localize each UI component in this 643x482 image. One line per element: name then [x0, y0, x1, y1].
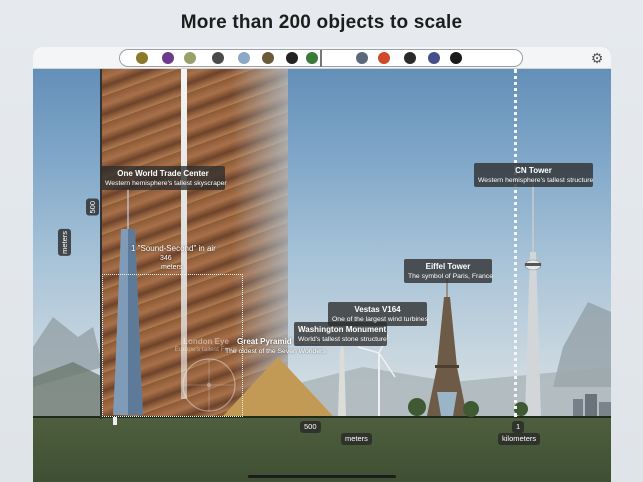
- trees: [408, 398, 528, 417]
- x-axis-tick-500: 500: [300, 421, 321, 433]
- scrubber-thumb[interactable]: [450, 52, 462, 64]
- object-scrubber[interactable]: [119, 49, 523, 67]
- label-subtitle: Western hemisphere's tallest skyscraper: [105, 180, 227, 187]
- x-axis-unit-meters: meters: [341, 433, 372, 445]
- scrubber-thumb[interactable]: [306, 52, 318, 64]
- scrubber-thumb[interactable]: [212, 52, 224, 64]
- gear-icon[interactable]: ⚙: [589, 50, 605, 66]
- label-one-world-trade-center[interactable]: One World Trade Center Western hemispher…: [101, 166, 227, 190]
- sound-second-value: 346: [160, 255, 172, 262]
- sound-second-title: 1 "Sound-Second" in air: [131, 244, 216, 253]
- y-axis-tick-500: 500: [86, 199, 99, 216]
- label-title: Eiffel Tower: [425, 262, 471, 271]
- home-indicator: [248, 475, 396, 478]
- scrubber-thumb[interactable]: [356, 52, 368, 64]
- label-cn-tower[interactable]: CN Tower Western hemisphere's tallest st…: [474, 163, 593, 187]
- x-axis-tick-1: 1: [512, 421, 525, 433]
- scrubber-thumb[interactable]: [162, 52, 174, 64]
- scrubber-thumb[interactable]: [238, 52, 250, 64]
- scrubber-position-indicator[interactable]: [320, 50, 322, 67]
- washington-monument[interactable]: [338, 344, 346, 416]
- kilometer-marker-line: [514, 69, 517, 417]
- label-subtitle: World's tallest stone structure: [298, 336, 387, 343]
- label-title: One World Trade Center: [117, 169, 209, 178]
- scrubber-thumb[interactable]: [404, 52, 416, 64]
- cn-tower[interactable]: [524, 182, 542, 416]
- scrubber-thumb[interactable]: [136, 52, 148, 64]
- label-subtitle: The symbol of Paris, France: [408, 273, 493, 280]
- scrubber-thumb[interactable]: [286, 52, 298, 64]
- label-title: Vestas V164: [354, 305, 401, 314]
- eiffel-tower[interactable]: [427, 279, 467, 416]
- headline: More than 200 objects to scale: [180, 12, 463, 33]
- scrubber-thumb[interactable]: [184, 52, 196, 64]
- label-eiffel-tower[interactable]: Eiffel Tower The symbol of Paris, France: [404, 259, 493, 283]
- scrubber-thumb[interactable]: [378, 52, 390, 64]
- label-pyramid-subtitle: The oldest of the Seven Wonders: [225, 348, 326, 355]
- toolbar: ⚙: [33, 47, 611, 69]
- label-vestas-v164[interactable]: Vestas V164 One of the largest wind turb…: [328, 302, 428, 326]
- scrubber-thumb[interactable]: [428, 52, 440, 64]
- label-title: CN Tower: [515, 166, 552, 175]
- y-axis-unit: meters: [58, 229, 71, 256]
- person-figure: [113, 417, 117, 425]
- label-subtitle: Western hemisphere's tallest structure: [478, 177, 594, 184]
- sound-second-unit: meters: [161, 264, 183, 271]
- app-screen: ⚙ meters 500 500 meters 1 kilometers One…: [33, 47, 611, 482]
- distant-buildings: [573, 394, 611, 416]
- wind-turbine[interactable]: [357, 334, 396, 416]
- label-subtitle: One of the largest wind turbines: [332, 316, 428, 323]
- x-axis-unit-kilometers: kilometers: [498, 433, 541, 445]
- scrubber-thumb[interactable]: [262, 52, 274, 64]
